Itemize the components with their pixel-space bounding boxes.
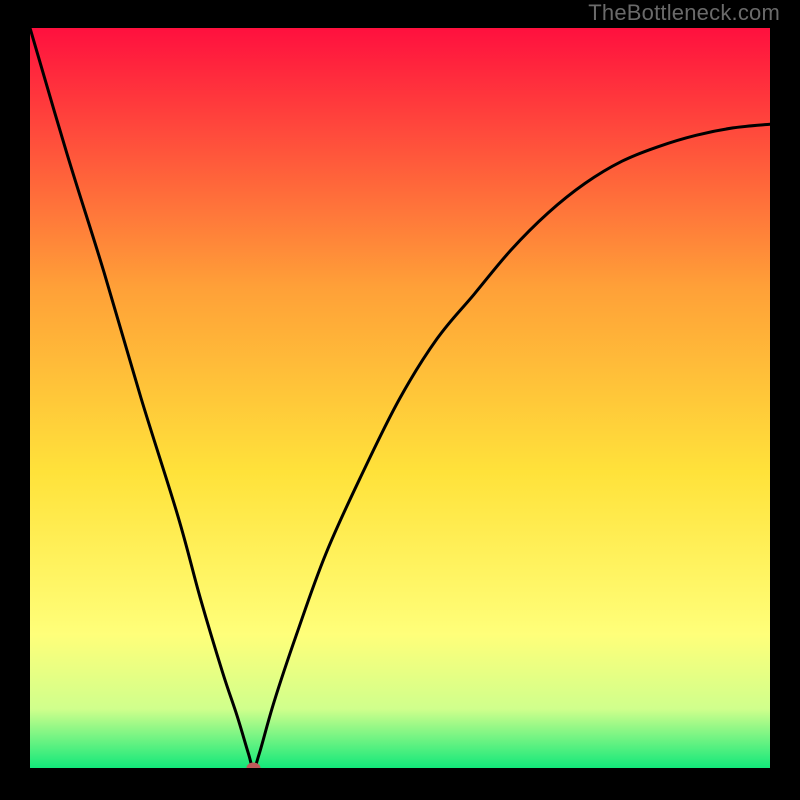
watermark-text: TheBottleneck.com: [588, 0, 780, 26]
plot-area: [30, 28, 770, 768]
chart-frame: TheBottleneck.com: [0, 0, 800, 800]
chart-svg: [30, 28, 770, 768]
